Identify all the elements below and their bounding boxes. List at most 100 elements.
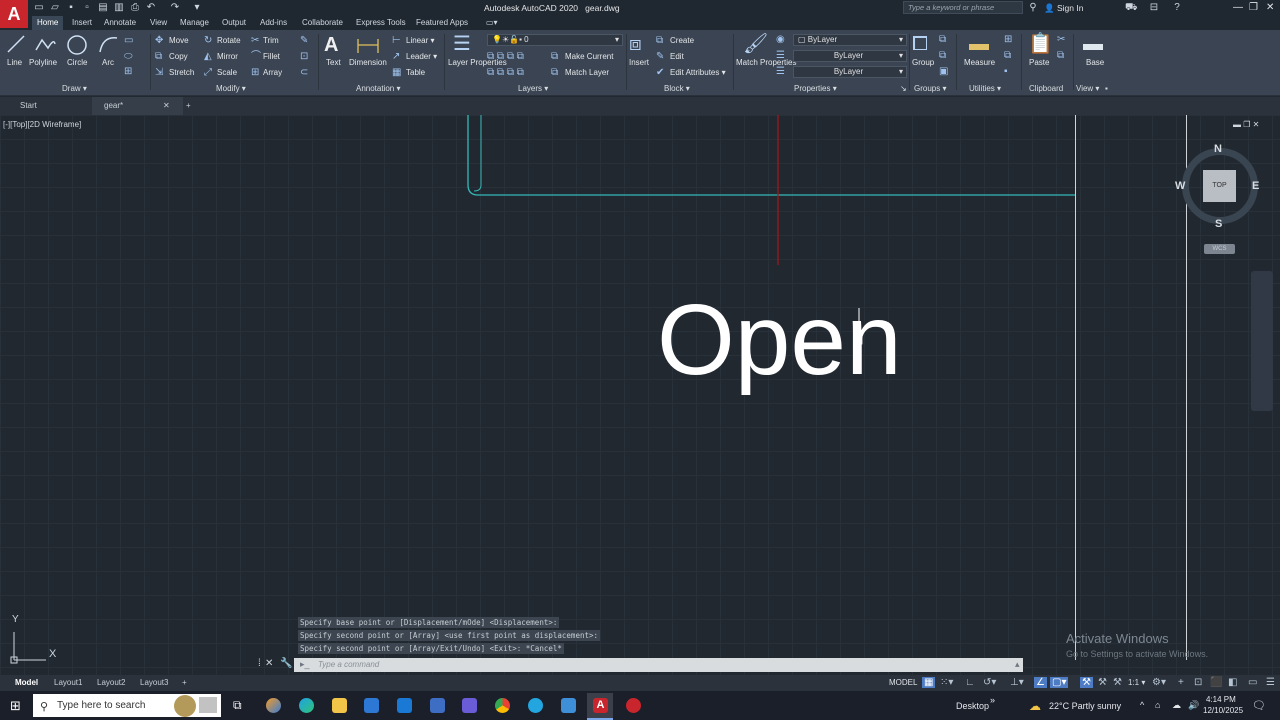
tab-manage[interactable]: Manage xyxy=(180,18,209,27)
make-current-button[interactable]: Make Current xyxy=(565,52,613,61)
drawing-text-open[interactable]: Open xyxy=(657,290,902,390)
redo-icon[interactable]: ↷ xyxy=(170,3,180,13)
annotation-scale-dropdown[interactable]: 1:1 ▾ xyxy=(1128,678,1145,687)
model-space-toggle[interactable]: MODEL xyxy=(889,678,917,687)
volume-icon[interactable]: 🔊 xyxy=(1188,700,1199,711)
units-icon[interactable]: ⊡ xyxy=(1194,677,1202,688)
customization-menu-icon[interactable]: ☰ xyxy=(1266,677,1275,688)
cut-icon[interactable]: ✂ xyxy=(1057,35,1065,45)
clipboard-panel-title[interactable]: Clipboard xyxy=(1029,84,1063,93)
ribbon-more-icon[interactable]: ▪ xyxy=(1105,84,1108,93)
block-panel-title[interactable]: Block ▾ xyxy=(664,84,690,93)
groups-panel-title[interactable]: Groups ▾ xyxy=(914,84,946,93)
tab-home[interactable]: Home xyxy=(32,16,64,30)
explode-icon[interactable]: ⊡ xyxy=(300,52,308,62)
base-view-dropdown[interactable]: Base xyxy=(1086,58,1104,67)
fillet-button[interactable]: Fillet xyxy=(263,52,280,61)
group-selection-icon[interactable]: ▣ xyxy=(939,67,948,77)
command-line-grip-icon[interactable]: ⁞ xyxy=(258,658,261,669)
task-view-icon[interactable]: ⧉ xyxy=(233,698,242,713)
tab-collaborate[interactable]: Collaborate xyxy=(302,18,343,27)
close-icon[interactable]: ✕ xyxy=(1266,2,1274,13)
network-icon[interactable]: ⌂ xyxy=(1155,700,1160,710)
tab-featured-apps[interactable]: Featured Apps xyxy=(416,18,468,27)
show-hidden-icons-icon[interactable]: ^ xyxy=(1140,700,1144,710)
view-panel-title[interactable]: View ▾ xyxy=(1076,84,1099,93)
windows-start-icon[interactable]: ⊞ xyxy=(10,698,21,714)
group-edit-icon[interactable]: ⧉ xyxy=(939,51,946,61)
polar-icon[interactable]: ↺▾ xyxy=(983,677,996,688)
binoculars-icon[interactable]: ⚲ xyxy=(1028,3,1038,13)
rotate-button[interactable]: Rotate xyxy=(217,36,241,45)
table-button[interactable]: Table xyxy=(406,68,425,77)
auto-scale-icon[interactable]: ⚒ xyxy=(1098,677,1107,688)
stretch-button[interactable]: Stretch xyxy=(169,68,194,77)
desktop-toolbar[interactable]: Desktop xyxy=(956,701,989,711)
isodraft-icon[interactable]: ⊥▾ xyxy=(1010,677,1024,688)
scale-button[interactable]: Scale xyxy=(217,68,237,77)
calculator-app-icon[interactable] xyxy=(430,698,445,713)
save-as-icon[interactable]: ▫ xyxy=(82,3,92,13)
command-input[interactable]: Type a command xyxy=(294,658,1023,672)
edge-browser-icon[interactable] xyxy=(299,698,314,713)
cart-icon[interactable]: ⛟ xyxy=(1125,3,1138,13)
quick-select-icon[interactable]: ⧉ xyxy=(1004,51,1011,61)
search-input[interactable]: Type a keyword or phrase xyxy=(903,1,1023,14)
rectangle-icon[interactable]: ▭ xyxy=(124,36,133,46)
copilot-icon[interactable] xyxy=(266,698,281,713)
snap-icon[interactable]: ⁙▾ xyxy=(940,677,953,688)
annotation-visibility-icon[interactable]: ⚒ xyxy=(1080,677,1093,688)
base-view-icon[interactable]: ▬ xyxy=(1083,34,1103,54)
toolbar-expand-icon[interactable]: » xyxy=(990,695,995,705)
tab-start[interactable]: Start xyxy=(20,101,37,110)
edit-block-button[interactable]: Edit xyxy=(670,52,684,61)
viewcube-top-face[interactable]: TOP xyxy=(1203,170,1236,202)
layers-panel-title[interactable]: Layers ▾ xyxy=(518,84,548,93)
move-button[interactable]: Move xyxy=(169,36,189,45)
annotation-monitor-icon[interactable]: + xyxy=(1178,677,1184,688)
notifications-icon[interactable]: 🗨 xyxy=(1252,699,1266,712)
clock-time[interactable]: 4:14 PM xyxy=(1206,695,1236,704)
dimension-button[interactable]: Dimension xyxy=(349,58,387,67)
new-file-icon[interactable]: ▭ xyxy=(34,3,44,13)
hatch-icon[interactable]: ⬭ xyxy=(124,52,133,62)
paste-dropdown[interactable]: Paste xyxy=(1029,58,1049,67)
lineweight-dropdown[interactable]: ByLayer ▾ xyxy=(793,50,907,62)
copy-button[interactable]: Copy xyxy=(169,52,188,61)
utilities-panel-title[interactable]: Utilities ▾ xyxy=(969,84,1001,93)
tab-output[interactable]: Output xyxy=(222,18,246,27)
group-icon[interactable]: ⧠ xyxy=(912,34,928,54)
viewcube-south[interactable]: S xyxy=(1215,218,1222,230)
properties-dialog-icon[interactable]: ↘ xyxy=(900,84,907,93)
tab-annotate[interactable]: Annotate xyxy=(104,18,136,27)
quick-properties-icon[interactable]: ⬛ xyxy=(1210,677,1222,688)
object-snap-icon[interactable]: ▢▾ xyxy=(1050,677,1069,688)
workspace-gear-icon[interactable]: ⚙▾ xyxy=(1152,677,1166,688)
onedrive-icon[interactable]: ☁ xyxy=(1172,700,1181,711)
weather-text[interactable]: 22°C Partly sunny xyxy=(1049,701,1121,711)
boundary-icon[interactable]: ⊞ xyxy=(124,67,132,77)
layer-properties-icon[interactable]: ☰ xyxy=(453,34,471,54)
skype-icon[interactable] xyxy=(528,698,543,713)
edit-attributes-dropdown[interactable]: Edit Attributes ▾ xyxy=(670,68,726,77)
add-layout-icon[interactable]: + xyxy=(182,678,187,687)
search-highlight-image-icon[interactable] xyxy=(199,697,217,713)
layer-tools-icon[interactable]: ⧉ ⧉ ⧉ ⧉ xyxy=(487,52,524,62)
search-highlight-icon[interactable] xyxy=(174,695,196,717)
customize-command-icon[interactable]: 🔧 xyxy=(280,658,292,669)
restore-icon[interactable]: ❐ xyxy=(1249,2,1258,13)
offset-icon[interactable]: ⊂ xyxy=(300,68,308,78)
layer-dropdown[interactable]: 💡☀🔓▪ 0 ▾ xyxy=(487,34,623,46)
tab-view[interactable]: View xyxy=(150,18,167,27)
clock-date[interactable]: 12/10/2025 xyxy=(1203,706,1243,715)
modify-panel-title[interactable]: Modify ▾ xyxy=(216,84,246,93)
array-button[interactable]: Array xyxy=(263,68,282,77)
sign-in-button[interactable]: 👤 Sign In xyxy=(1044,3,1083,14)
save-web-icon[interactable]: ▥ xyxy=(114,3,124,13)
color-dropdown[interactable]: ▢ ByLayer ▾ xyxy=(793,34,907,46)
leader-dropdown[interactable]: Leader ▾ xyxy=(406,52,437,61)
record-icon[interactable] xyxy=(626,698,641,713)
object-snap-tracking-icon[interactable]: ∠ xyxy=(1034,677,1047,688)
polyline-icon[interactable] xyxy=(34,34,56,54)
a360-icon[interactable]: ⊟ xyxy=(1149,3,1159,13)
